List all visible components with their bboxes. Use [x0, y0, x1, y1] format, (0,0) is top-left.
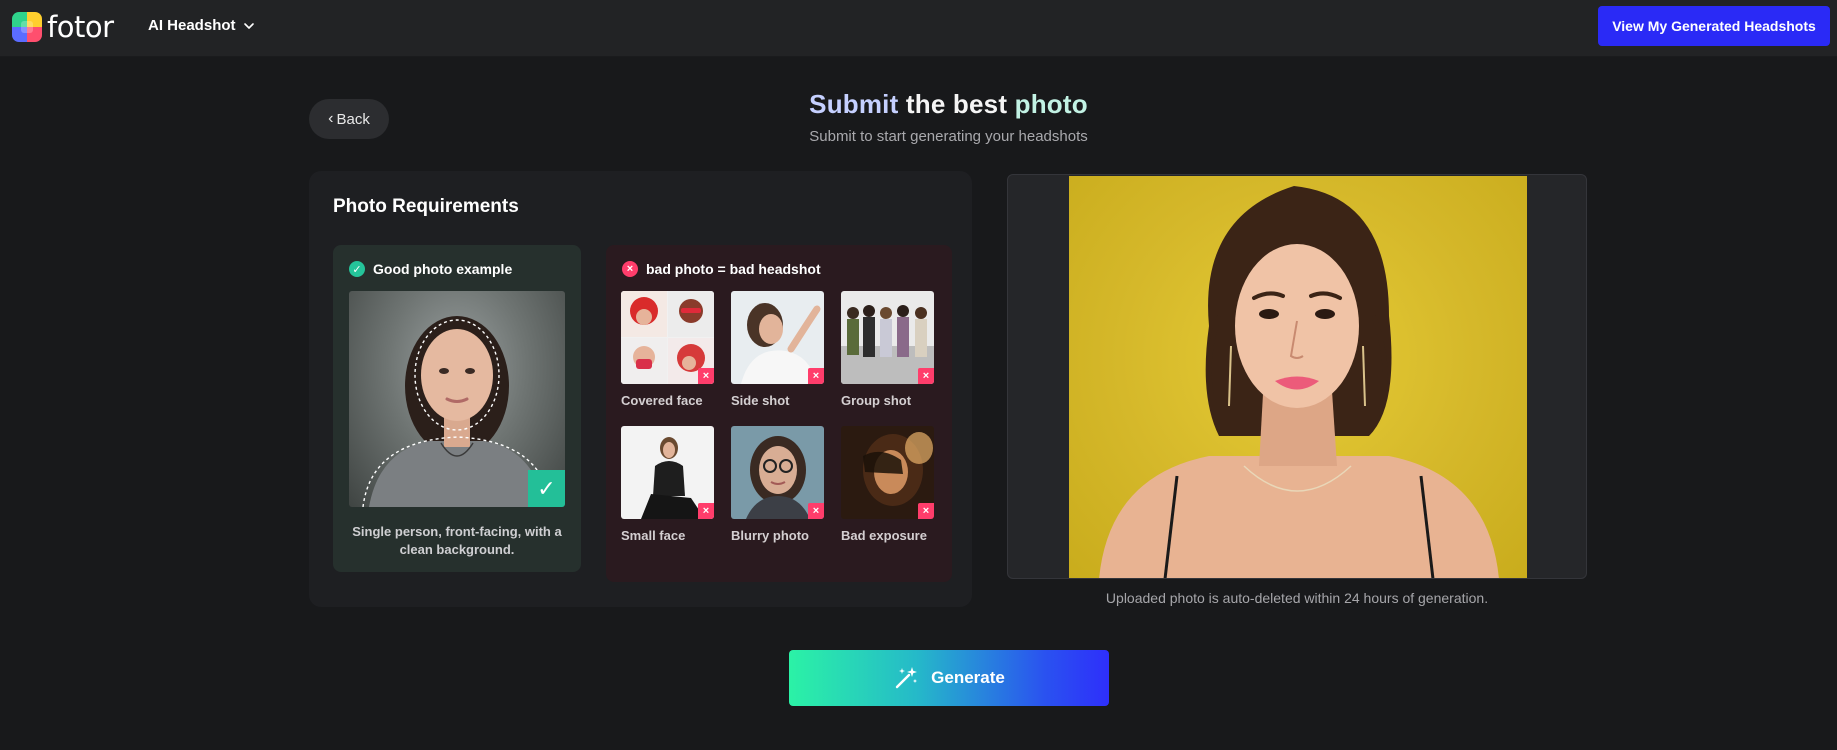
blurry-photo-image: ×	[731, 426, 824, 519]
x-icon: ×	[918, 503, 934, 519]
requirements-title: Photo Requirements	[333, 196, 519, 217]
bad-label-bad-exposure: Bad exposure	[841, 528, 927, 543]
bad-example-side-shot: × Side shot	[731, 291, 824, 408]
x-circle-icon: ×	[622, 261, 638, 277]
x-icon: ×	[808, 368, 824, 384]
bad-exposure-image: ×	[841, 426, 934, 519]
chevron-down-icon	[243, 22, 254, 29]
view-generated-headshots-button[interactable]: View My Generated Headshots	[1598, 6, 1830, 46]
bad-example-covered-face: × Covered face	[621, 291, 714, 408]
check-icon: ✓	[528, 470, 565, 507]
fotor-logo[interactable]: fotor	[12, 10, 114, 44]
bad-photo-card: × bad photo = bad headshot × Covered fac…	[606, 245, 952, 582]
good-photo-card: ✓ Good photo example ✓ Single person, fr…	[333, 245, 581, 572]
good-photo-heading: ✓ Good photo example	[349, 261, 512, 277]
bad-label-side-shot: Side shot	[731, 393, 790, 408]
bad-label-covered-face: Covered face	[621, 393, 703, 408]
good-photo-caption: Single person, front-facing, with a clea…	[352, 524, 562, 557]
bad-example-blurry-photo: × Blurry photo	[731, 426, 824, 543]
side-shot-image: ×	[731, 291, 824, 384]
title-word-photo: photo	[1014, 89, 1088, 119]
product-menu[interactable]: AI Headshot	[148, 17, 255, 34]
x-icon: ×	[698, 368, 714, 384]
generate-button[interactable]: Generate	[789, 650, 1109, 706]
group-shot-image: ×	[841, 291, 934, 384]
bad-photo-heading: × bad photo = bad headshot	[622, 261, 821, 277]
good-heading-text: Good photo example	[373, 261, 513, 277]
auto-delete-note: Uploaded photo is auto-deleted within 24…	[1105, 590, 1489, 606]
title-word-submit: Submit	[809, 89, 899, 119]
uploaded-photo-image	[1069, 176, 1527, 578]
x-icon: ×	[918, 368, 934, 384]
good-photo-example-image: ✓	[349, 291, 565, 507]
x-icon: ×	[808, 503, 824, 519]
check-circle-icon: ✓	[349, 261, 365, 277]
bad-example-bad-exposure: × Bad exposure	[841, 426, 934, 543]
bad-label-group-shot: Group shot	[841, 393, 912, 408]
title-word-the-best: the best	[905, 89, 1008, 119]
bad-heading-text: bad photo = bad headshot	[646, 261, 821, 277]
magic-wand-icon	[895, 667, 918, 689]
x-icon: ×	[698, 503, 714, 519]
covered-face-image: ×	[621, 291, 714, 384]
bad-example-small-face: × Small face	[621, 426, 714, 543]
bad-label-blurry-photo: Blurry photo	[731, 528, 809, 543]
fotor-logo-icon	[12, 12, 42, 42]
logo-text: fotor	[47, 10, 114, 44]
product-menu-label: AI Headshot	[148, 17, 236, 34]
page-title: Submit the best photo	[0, 89, 1837, 120]
bad-example-group-shot: × Group shot	[841, 291, 934, 408]
top-bar: fotor AI Headshot View My Generated Head…	[0, 0, 1837, 57]
small-face-image: ×	[621, 426, 714, 519]
bad-label-small-face: Small face	[621, 528, 686, 543]
uploaded-photo-preview[interactable]	[1007, 174, 1587, 579]
photo-requirements-panel: Photo Requirements ✓ Good photo example	[309, 171, 972, 607]
page-subtitle: Submit to start generating your headshot…	[809, 128, 1088, 145]
generate-label: Generate	[931, 668, 1005, 687]
